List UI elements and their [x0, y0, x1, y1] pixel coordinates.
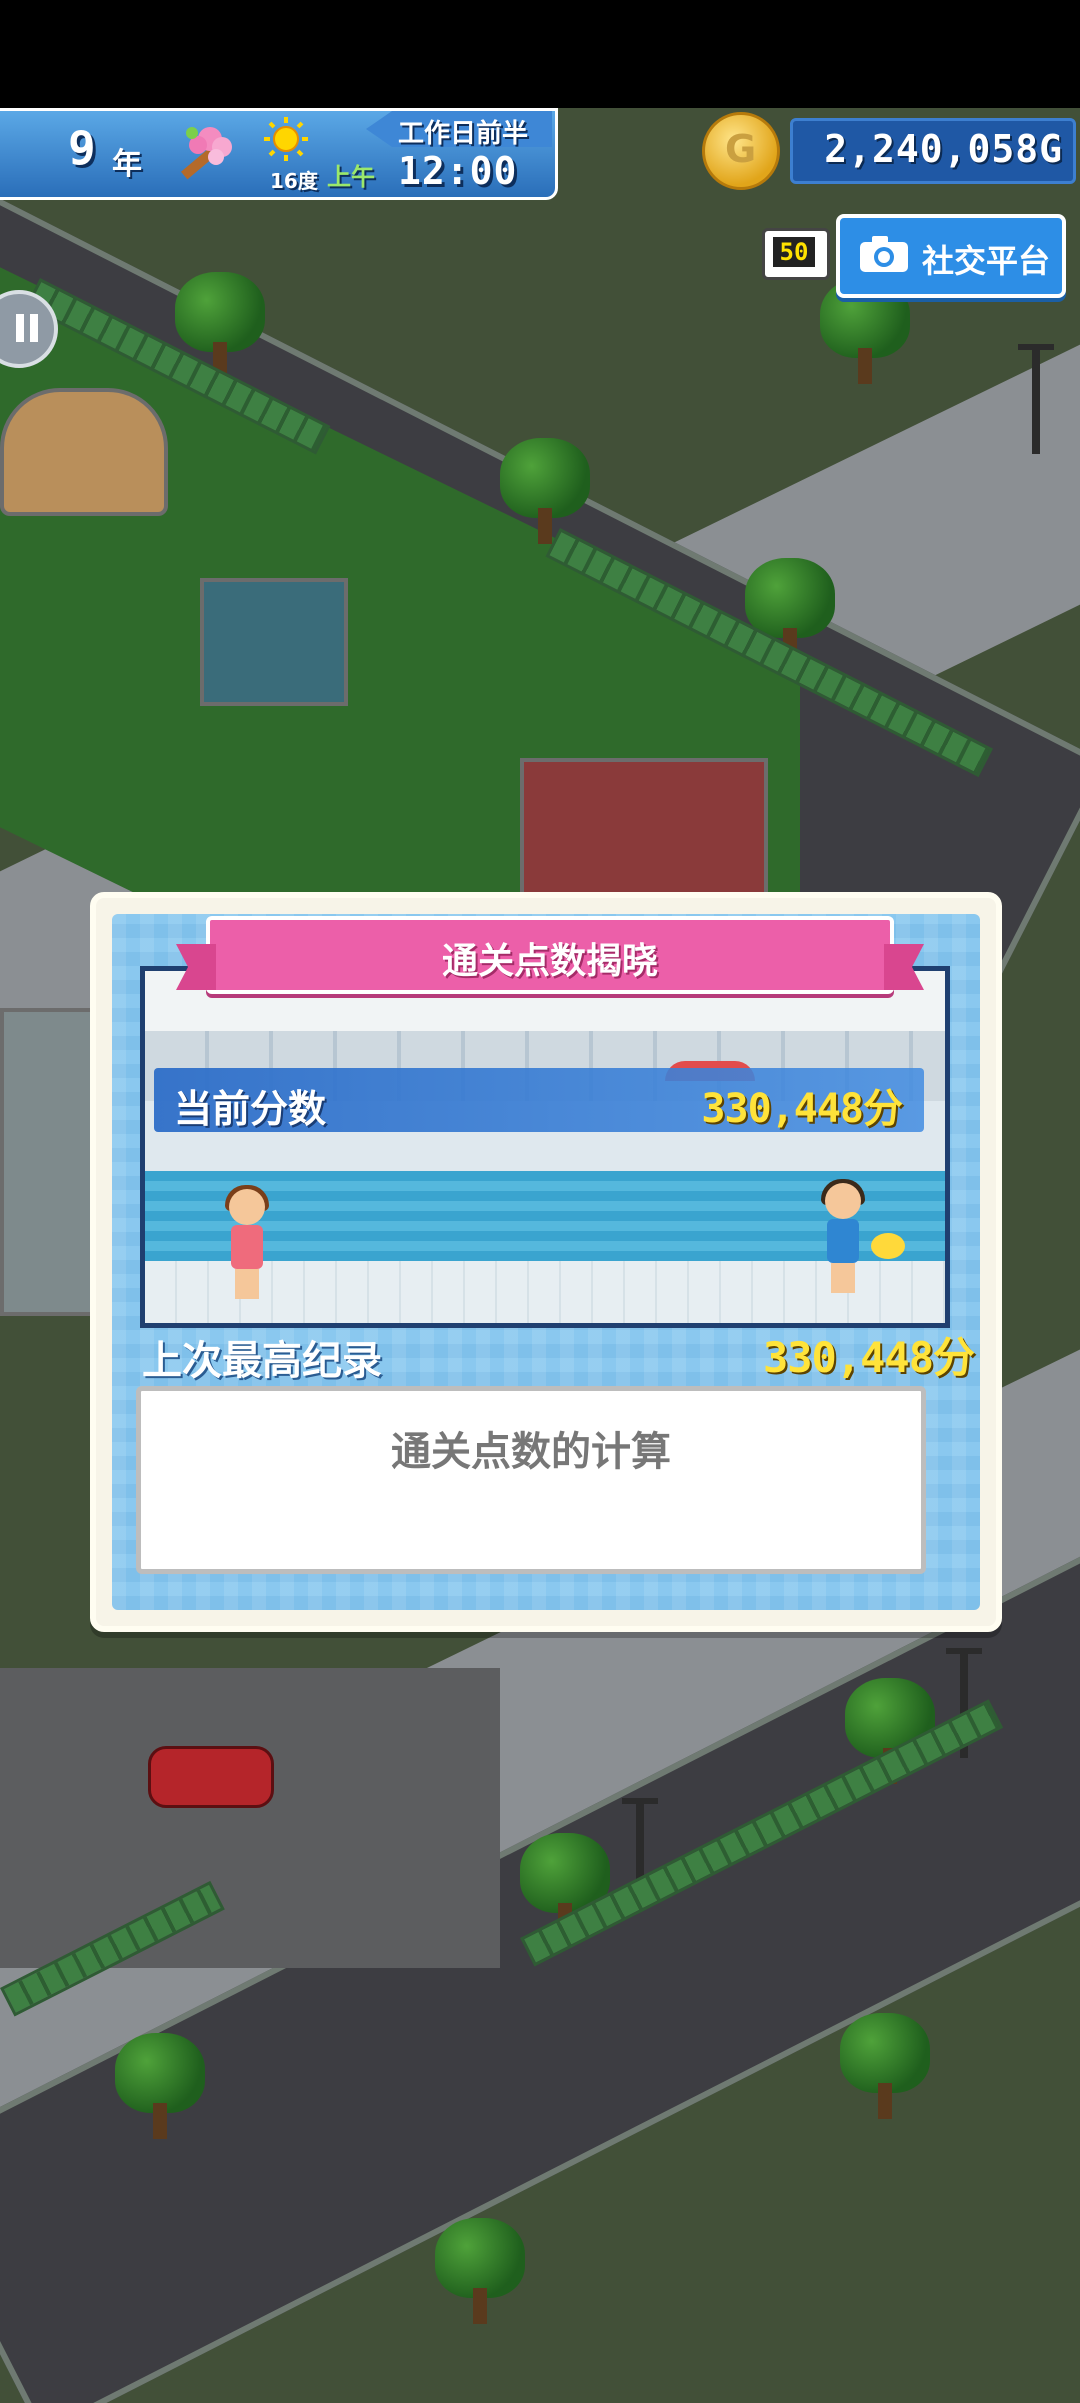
donut-shop[interactable] [0, 388, 168, 516]
current-score-value: 330,448分 [701, 1086, 903, 1132]
clock-time: 12:00 [398, 149, 518, 193]
parked-car [148, 1746, 274, 1808]
sns-button-label: 社交平台 [922, 242, 1051, 280]
swimmer-boy-character [813, 1179, 873, 1293]
street-lamp [1018, 344, 1054, 454]
money-amount: 2,240,058G [824, 127, 1063, 171]
current-score-strip: 当前分数 330,448分 [154, 1068, 924, 1132]
parking-lot[interactable] [0, 1668, 500, 1968]
tree [115, 2033, 205, 2143]
date-time-panel[interactable]: 9 年 16度 工作日前半 上午 12:00 [0, 108, 558, 200]
dialog-title-banner: 通关点数揭晓 [206, 916, 894, 994]
sns-button[interactable]: 社交平台 [836, 214, 1066, 298]
temperature: 16度 [270, 169, 318, 193]
tree [840, 2013, 930, 2123]
points-calculation-box[interactable]: 通关点数的计算 [136, 1386, 926, 1574]
rubber-duck-icon [871, 1233, 905, 1259]
sunny-weather-icon [264, 117, 308, 161]
best-record-value: 330,448分 [762, 1333, 975, 1382]
year-unit: 年 [112, 147, 142, 182]
gold-coin-icon: G [702, 112, 780, 190]
current-score-label: 当前分数 [174, 1087, 327, 1131]
money-display[interactable]: 2,240,058G [790, 118, 1076, 184]
left-building[interactable] [0, 1008, 98, 1316]
clear-points-dialog: 通关点数揭晓 当前分数 330,448分 上次最高纪录 330,448分 通关点… [90, 892, 1002, 1632]
period-tag-label: 工作日前半 [398, 119, 529, 149]
season-flower-icon [180, 127, 232, 180]
sns-count: 50 [773, 237, 815, 267]
tree [435, 2218, 525, 2328]
year-number: 9 [68, 121, 96, 175]
sns-count-badge: 50 [762, 228, 830, 280]
camera-icon [860, 236, 908, 272]
swimmer-girl-character [217, 1185, 277, 1299]
period-tag: 工作日前半 [366, 111, 552, 147]
beach-hut[interactable] [200, 578, 348, 706]
dialog-title: 通关点数揭晓 [441, 941, 658, 982]
pool-scene-illustration [140, 966, 950, 1328]
ampm-label: 上午 [327, 163, 375, 191]
best-record-label: 上次最高纪录 [142, 1338, 382, 1384]
status-bar [0, 0, 1080, 108]
points-calculation-label: 通关点数的计算 [391, 1429, 671, 1475]
tree [500, 438, 590, 548]
